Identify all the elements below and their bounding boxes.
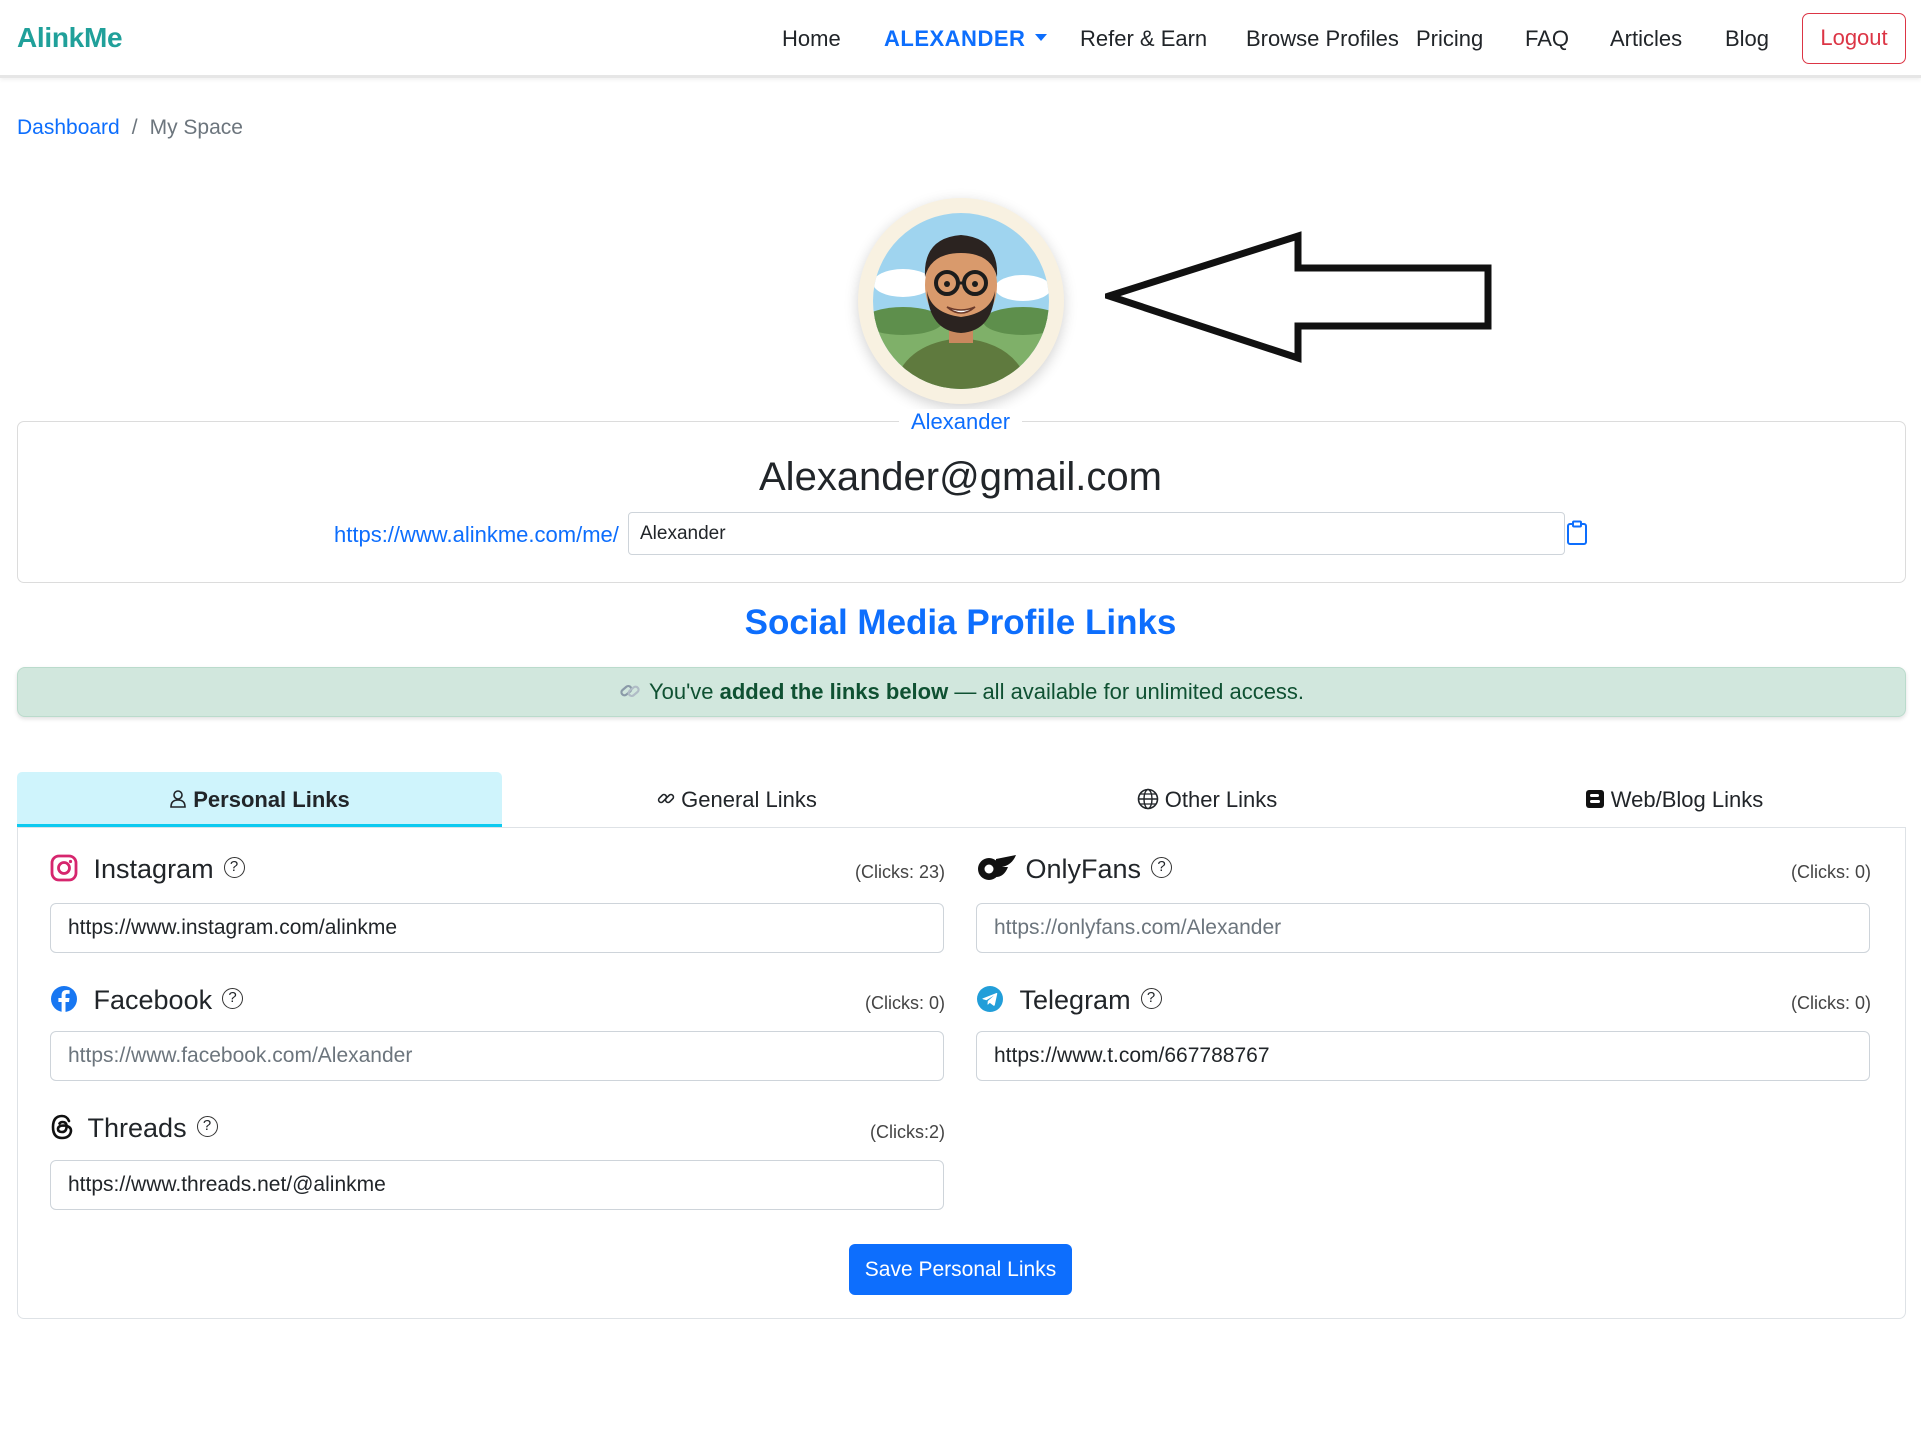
arrow-pointer-icon (1105, 231, 1492, 363)
telegram-url-input[interactable] (976, 1031, 1870, 1081)
tab-web-blog-links[interactable]: Web/Blog Links (1442, 772, 1906, 828)
instagram-field-label: Instagram? (50, 854, 245, 885)
nav-user-label: ALEXANDER (884, 26, 1026, 51)
nav-blog[interactable]: Blog (1725, 26, 1769, 52)
threads-help-icon[interactable]: ? (196, 1116, 218, 1138)
threads-url-input[interactable] (50, 1160, 944, 1210)
nav-faq[interactable]: FAQ (1525, 26, 1569, 52)
nav-refer-earn[interactable]: Refer & Earn (1080, 26, 1207, 52)
breadcrumb-dashboard[interactable]: Dashboard (17, 116, 120, 139)
facebook-icon (51, 985, 77, 1012)
brand-logo[interactable]: AlinkMe (17, 22, 123, 54)
tab-other-links[interactable]: Other Links (972, 772, 1442, 828)
telegram-field-label: Telegram? (976, 985, 1162, 1016)
instagram-icon (50, 854, 78, 882)
threads-clicks: (Clicks:2) (870, 1122, 945, 1142)
facebook-label: Facebook (93, 985, 213, 1015)
facebook-help-icon[interactable]: ? (222, 988, 244, 1010)
tab-personal-links[interactable]: Personal Links (17, 772, 502, 828)
blogger-icon (1585, 790, 1604, 809)
onlyfans-icon (978, 854, 1016, 880)
instagram-help-icon[interactable]: ? (223, 857, 245, 879)
profile-name-text[interactable]: Alexander (898, 409, 1023, 434)
nav-articles[interactable]: Articles (1610, 26, 1682, 52)
nav-user-dropdown[interactable]: ALEXANDER (884, 26, 1048, 52)
onlyfans-help-icon[interactable]: ? (1151, 857, 1173, 879)
section-title: Social Media Profile Links (744, 603, 1177, 642)
avatar-illustration (873, 213, 1049, 389)
alert-text-after: — all available for unlimited access. (948, 679, 1305, 704)
nav-pricing[interactable]: Pricing (1416, 26, 1483, 52)
breadcrumb-separator: / (131, 116, 138, 139)
breadcrumb: Dashboard / My Space (17, 116, 243, 140)
nav-home[interactable]: Home (782, 26, 841, 52)
navbar: AlinkMe Home ALEXANDER Refer & Earn Brow… (0, 0, 1921, 78)
caret-down-icon (1035, 33, 1048, 41)
facebook-clicks: (Clicks: 0) (865, 993, 945, 1013)
nav-browse-profiles[interactable]: Browse Profiles (1246, 26, 1399, 52)
profile-display-name: Alexander (0, 409, 1921, 435)
clipboard-copy-icon[interactable] (1566, 520, 1588, 546)
save-personal-links-button[interactable]: Save Personal Links (849, 1244, 1072, 1295)
tab-general-links-label: General Links (681, 787, 817, 812)
threads-icon (51, 1114, 73, 1140)
alert-text-bold: added the links below (719, 679, 949, 704)
threads-field-label: Threads? (50, 1113, 218, 1144)
facebook-url-input[interactable] (50, 1031, 944, 1081)
link-icon (620, 685, 640, 698)
facebook-field-label: Facebook? (50, 985, 244, 1016)
info-alert: You've added the links below — all avail… (17, 667, 1906, 717)
link-icon (657, 793, 675, 804)
instagram-clicks: (Clicks: 23) (854, 862, 945, 882)
person-icon (170, 790, 187, 808)
onlyfans-clicks: (Clicks: 0) (1791, 862, 1871, 882)
onlyfans-field-label: OnlyFans? (976, 854, 1173, 886)
logout-button[interactable]: Logout (1802, 13, 1906, 64)
tab-personal-links-label: Personal Links (193, 787, 350, 812)
avatar[interactable] (858, 198, 1064, 404)
instagram-url-input[interactable] (50, 903, 944, 953)
tab-general-links[interactable]: General Links (502, 772, 972, 828)
alert-text-before: You've (648, 679, 720, 704)
telegram-label: Telegram (1019, 985, 1131, 1015)
onlyfans-url-input[interactable] (976, 903, 1870, 953)
profile-url-prefix[interactable]: https://www.alinkme.com/me/ (334, 522, 619, 548)
instagram-label: Instagram (93, 854, 214, 884)
profile-slug-input[interactable] (628, 512, 1565, 555)
tab-other-links-label: Other Links (1164, 787, 1278, 812)
breadcrumb-current: My Space (149, 116, 243, 139)
threads-label: Threads (87, 1113, 187, 1143)
globe-icon (1137, 788, 1159, 810)
telegram-clicks: (Clicks: 0) (1791, 993, 1871, 1013)
profile-card (17, 421, 1906, 583)
telegram-help-icon[interactable]: ? (1140, 988, 1162, 1010)
telegram-icon (977, 985, 1003, 1012)
onlyfans-label: OnlyFans (1025, 854, 1142, 884)
profile-email: Alexander@gmail.com (759, 455, 1162, 499)
tab-web-blog-links-label: Web/Blog Links (1610, 787, 1764, 812)
